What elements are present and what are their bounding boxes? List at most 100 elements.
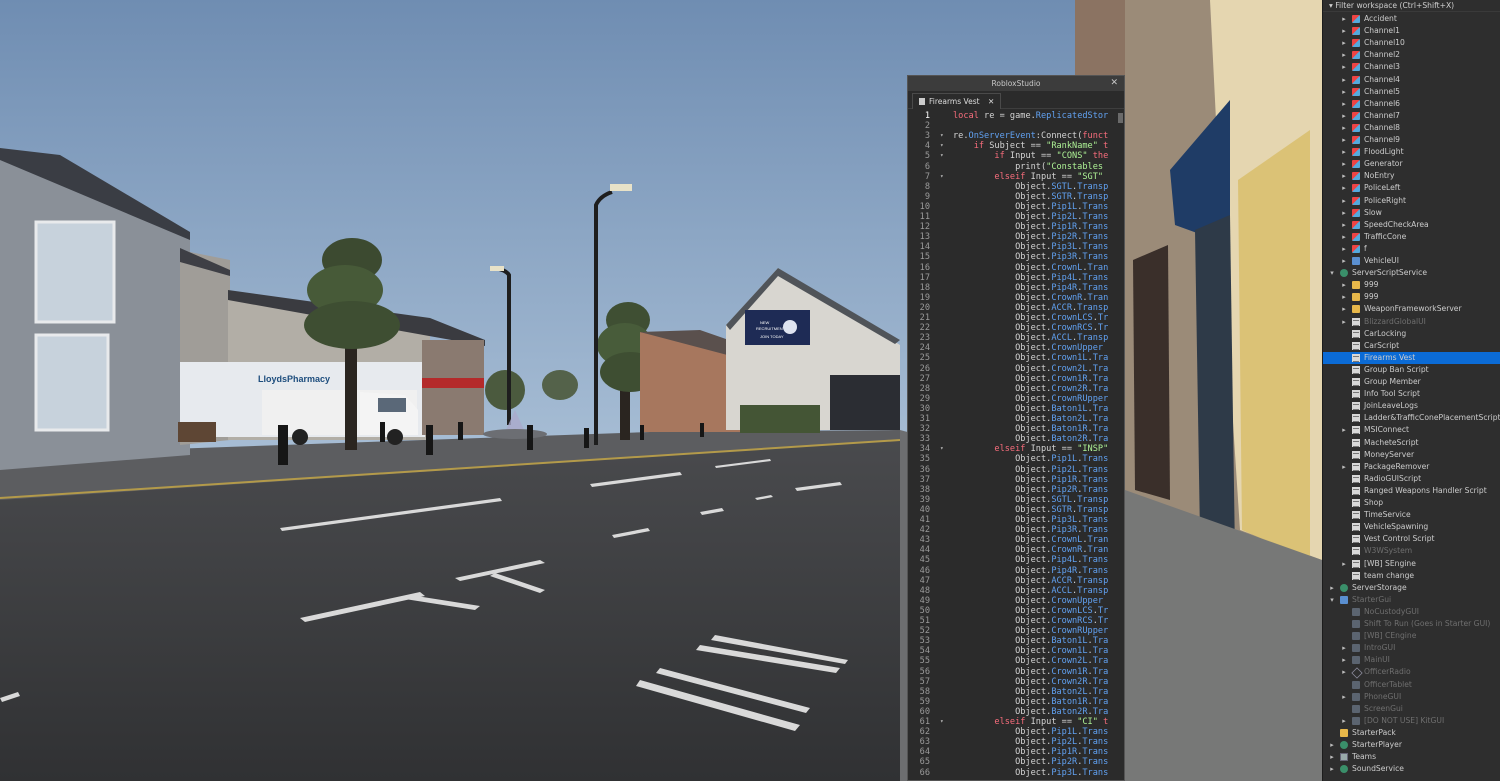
- code-line[interactable]: 46 Object.Pip4R.Trans: [908, 566, 1124, 576]
- expand-arrow-icon[interactable]: ▸: [1327, 751, 1337, 763]
- explorer-item[interactable]: CarScript: [1323, 340, 1500, 352]
- tab-firearms-vest[interactable]: Firearms Vest ✕: [912, 93, 1002, 109]
- explorer-item[interactable]: ▸ Teams: [1323, 751, 1500, 763]
- code-line[interactable]: 20 Object.ACCR.Transp: [908, 303, 1124, 313]
- expand-arrow-icon[interactable]: ▾: [1327, 267, 1337, 279]
- code-line[interactable]: 49 Object.CrownUpper: [908, 596, 1124, 606]
- explorer-item[interactable]: ▸ Channel7: [1323, 110, 1500, 122]
- code-line[interactable]: 31 Object.Baton2L.Tra: [908, 414, 1124, 424]
- expand-arrow-icon[interactable]: ▸: [1339, 74, 1349, 86]
- code-line[interactable]: 8 Object.SGTL.Transp: [908, 182, 1124, 192]
- tab-close-icon[interactable]: ✕: [988, 97, 994, 106]
- explorer-item[interactable]: ▸ [WB] SEngine: [1323, 558, 1500, 570]
- expand-arrow-icon[interactable]: ▸: [1327, 739, 1337, 751]
- code-line[interactable]: 50 Object.CrownLCS.Tr: [908, 606, 1124, 616]
- script-editor-window[interactable]: RobloxStudio ✕ Firearms Vest ✕ 1 local re…: [907, 75, 1125, 781]
- explorer-item[interactable]: ▸ Channel3: [1323, 61, 1500, 73]
- code-line[interactable]: 17 Object.Pip4L.Trans: [908, 273, 1124, 283]
- code-line[interactable]: 22 Object.CrownRCS.Tr: [908, 323, 1124, 333]
- expand-arrow-icon[interactable]: ▸: [1339, 219, 1349, 231]
- expand-arrow-icon[interactable]: ▸: [1339, 158, 1349, 170]
- explorer-item[interactable]: Ladder&TrafficConePlacementScript: [1323, 412, 1500, 424]
- explorer-item[interactable]: ▾ ServerScriptService: [1323, 267, 1500, 279]
- expand-arrow-icon[interactable]: ▸: [1339, 13, 1349, 25]
- code-line[interactable]: 1 local re = game.ReplicatedStor: [908, 111, 1124, 121]
- explorer-item[interactable]: ▸ 999: [1323, 291, 1500, 303]
- explorer-item[interactable]: ▸ Accident: [1323, 13, 1500, 25]
- explorer-item[interactable]: ▸ Channel8: [1323, 122, 1500, 134]
- expand-arrow-icon[interactable]: ▾: [1327, 594, 1337, 606]
- code-line[interactable]: 58 Object.Baton2L.Tra: [908, 687, 1124, 697]
- explorer-item[interactable]: Shift To Run (Goes in Starter GUI): [1323, 618, 1500, 630]
- code-line[interactable]: 66 Object.Pip3L.Trans: [908, 768, 1124, 778]
- code-line[interactable]: 2: [908, 121, 1124, 131]
- code-line[interactable]: 35 Object.Pip1L.Trans: [908, 454, 1124, 464]
- code-line[interactable]: 12 Object.Pip1R.Trans: [908, 222, 1124, 232]
- explorer-item[interactable]: team change: [1323, 570, 1500, 582]
- code-line[interactable]: 15 Object.Pip3R.Trans: [908, 252, 1124, 262]
- fold-arrow-icon[interactable]: ▾: [940, 131, 944, 141]
- expand-arrow-icon[interactable]: ▸: [1339, 182, 1349, 194]
- expand-arrow-icon[interactable]: ▸: [1339, 715, 1349, 727]
- explorer-item[interactable]: ScreenGui: [1323, 703, 1500, 715]
- explorer-item[interactable]: Info Tool Script: [1323, 388, 1500, 400]
- code-line[interactable]: 41 Object.Pip3L.Trans: [908, 515, 1124, 525]
- code-line[interactable]: 6 print("Constables: [908, 162, 1124, 172]
- expand-arrow-icon[interactable]: ▸: [1339, 134, 1349, 146]
- explorer-item[interactable]: RadioGUIScript: [1323, 473, 1500, 485]
- fold-arrow-icon[interactable]: ▾: [940, 141, 944, 151]
- code-line[interactable]: 48 Object.ACCL.Transp: [908, 586, 1124, 596]
- expand-arrow-icon[interactable]: ▸: [1339, 86, 1349, 98]
- explorer-item[interactable]: ▸ SpeedCheckArea: [1323, 219, 1500, 231]
- code-line[interactable]: 3 ▾ re.OnServerEvent:Connect(funct: [908, 131, 1124, 141]
- explorer-item[interactable]: NoCustodyGUI: [1323, 606, 1500, 618]
- code-line[interactable]: 61 ▾ elseif Input == "CI" t: [908, 717, 1124, 727]
- explorer-item[interactable]: ▸ Channel4: [1323, 74, 1500, 86]
- code-line[interactable]: 11 Object.Pip2L.Trans: [908, 212, 1124, 222]
- explorer-item[interactable]: ▸ Slow: [1323, 207, 1500, 219]
- code-line[interactable]: 25 Object.Crown1L.Tra: [908, 353, 1124, 363]
- explorer-item[interactable]: ▸ Channel10: [1323, 37, 1500, 49]
- explorer-item[interactable]: ▸ OfficerRadio: [1323, 666, 1500, 680]
- expand-arrow-icon[interactable]: ▸: [1339, 243, 1349, 255]
- code-line[interactable]: 54 Object.Crown1L.Tra: [908, 646, 1124, 656]
- code-line[interactable]: 42 Object.Pip3R.Trans: [908, 525, 1124, 535]
- expand-arrow-icon[interactable]: ▸: [1339, 424, 1349, 436]
- expand-arrow-icon[interactable]: ▸: [1339, 37, 1349, 49]
- explorer-item[interactable]: ▸ PackageRemover: [1323, 461, 1500, 473]
- explorer-item[interactable]: ▸ SoundService: [1323, 763, 1500, 775]
- code-line[interactable]: 65 Object.Pip2R.Trans: [908, 757, 1124, 767]
- code-line[interactable]: 55 Object.Crown2L.Tra: [908, 656, 1124, 666]
- explorer-item[interactable]: ▸ StarterPlayer: [1323, 739, 1500, 751]
- code-line[interactable]: 21 Object.CrownLCS.Tr: [908, 313, 1124, 323]
- code-line[interactable]: 27 Object.Crown1R.Tra: [908, 374, 1124, 384]
- code-line[interactable]: 4 ▾ if Subject == "RankName" t: [908, 141, 1124, 151]
- explorer-item[interactable]: Shop: [1323, 497, 1500, 509]
- code-line[interactable]: 44 Object.CrownR.Tran: [908, 545, 1124, 555]
- explorer-item[interactable]: ▸ Channel9: [1323, 134, 1500, 146]
- explorer-item[interactable]: ▸ WeaponFrameworkServer: [1323, 303, 1500, 315]
- expand-arrow-icon[interactable]: ▸: [1339, 291, 1349, 303]
- explorer-item[interactable]: ▾ StarterGui: [1323, 594, 1500, 606]
- code-line[interactable]: 19 Object.CrownR.Tran: [908, 293, 1124, 303]
- expand-arrow-icon[interactable]: ▸: [1339, 49, 1349, 61]
- explorer-item[interactable]: ▸ PoliceLeft: [1323, 182, 1500, 194]
- code-line[interactable]: 57 Object.Crown2R.Tra: [908, 677, 1124, 687]
- explorer-item[interactable]: VehicleSpawning: [1323, 521, 1500, 533]
- expand-arrow-icon[interactable]: ▸: [1339, 25, 1349, 37]
- code-line[interactable]: 52 Object.CrownRUpper: [908, 626, 1124, 636]
- code-line[interactable]: 9 Object.SGTR.Transp: [908, 192, 1124, 202]
- code-line[interactable]: 37 Object.Pip1R.Trans: [908, 475, 1124, 485]
- code-line[interactable]: 38 Object.Pip2R.Trans: [908, 485, 1124, 495]
- expand-arrow-icon[interactable]: ▸: [1327, 582, 1337, 594]
- explorer-item[interactable]: ▸ ServerStorage: [1323, 582, 1500, 594]
- explorer-item[interactable]: JoinLeaveLogs: [1323, 400, 1500, 412]
- expand-arrow-icon[interactable]: ▸: [1339, 461, 1349, 473]
- explorer-item[interactable]: OfficerTablet: [1323, 679, 1500, 691]
- fold-arrow-icon[interactable]: ▾: [940, 172, 944, 182]
- expand-arrow-icon[interactable]: ▸: [1339, 642, 1349, 654]
- expand-arrow-icon[interactable]: ▸: [1339, 316, 1349, 328]
- explorer-item[interactable]: Ranged Weapons Handler Script: [1323, 485, 1500, 497]
- fold-arrow-icon[interactable]: ▾: [940, 444, 944, 454]
- explorer-item[interactable]: TimeService: [1323, 509, 1500, 521]
